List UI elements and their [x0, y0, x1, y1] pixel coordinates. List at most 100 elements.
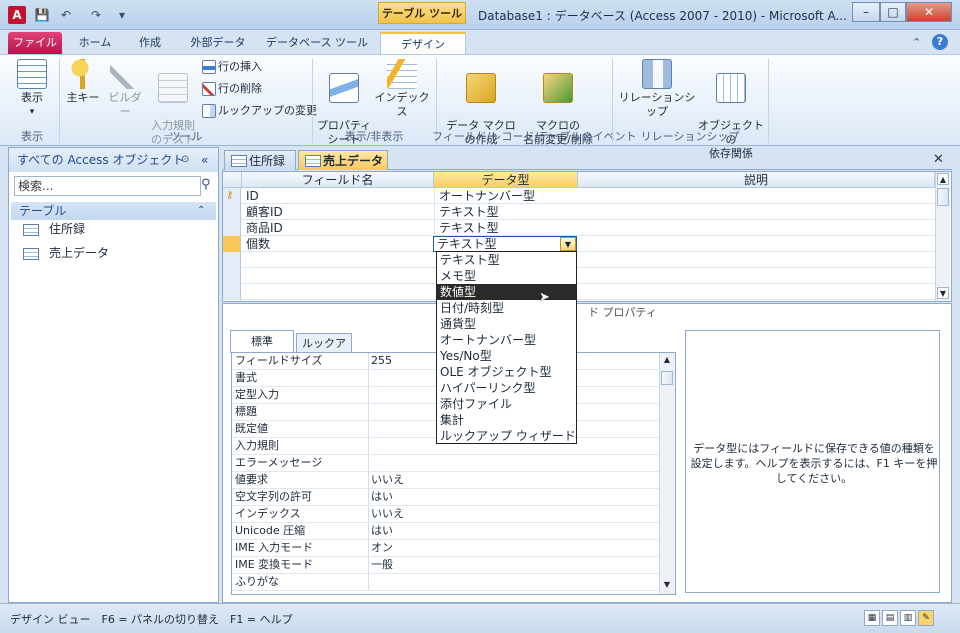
- insert-rows-button[interactable]: 行の挿入: [202, 57, 262, 77]
- data-type-cell[interactable]: オートナンバー型: [434, 188, 578, 204]
- field-name-cell[interactable]: 個数: [242, 236, 434, 252]
- field-name-cell[interactable]: ID: [242, 188, 434, 204]
- property-row[interactable]: エラーメッセージ: [232, 455, 660, 472]
- pivot-chart-view-icon[interactable]: ▥: [900, 610, 916, 626]
- dropdown-option[interactable]: 通貨型: [437, 316, 576, 332]
- scroll-thumb[interactable]: [937, 188, 949, 206]
- dropdown-option[interactable]: 集計: [437, 412, 576, 428]
- table-row[interactable]: [223, 252, 936, 268]
- scroll-thumb[interactable]: [661, 371, 673, 385]
- dropdown-option[interactable]: メモ型: [437, 268, 576, 284]
- modify-lookups-button[interactable]: ルックアップの変更: [202, 101, 317, 121]
- delete-rows-button[interactable]: 行の削除: [202, 79, 262, 99]
- builder-button[interactable]: ビルダー: [104, 59, 146, 119]
- close-document-icon[interactable]: ✕: [933, 152, 944, 167]
- insert-rows-icon: [202, 60, 216, 74]
- tab-database-tools[interactable]: データベース ツール: [262, 32, 372, 54]
- relationships-button[interactable]: リレーションシップ: [616, 59, 698, 119]
- dropdown-option-highlighted[interactable]: 数値型: [437, 284, 576, 300]
- row-selector[interactable]: [223, 204, 241, 220]
- row-selector[interactable]: [223, 220, 241, 236]
- dropdown-option[interactable]: ハイパーリンク型: [437, 380, 576, 396]
- property-sheet-button[interactable]: プロパティ シート: [316, 59, 372, 161]
- row-selector[interactable]: [223, 268, 241, 284]
- dropdown-option[interactable]: Yes/No型: [437, 348, 576, 364]
- datasheet-view-icon[interactable]: ▦: [864, 610, 880, 626]
- tab-external-data[interactable]: 外部データ: [180, 32, 256, 54]
- maximize-button[interactable]: □: [880, 2, 906, 22]
- column-header-description[interactable]: 説明: [578, 172, 935, 188]
- table-row[interactable]: 個数: [223, 236, 936, 252]
- redo-icon[interactable]: ↷: [88, 7, 104, 23]
- field-name-cell[interactable]: 商品ID: [242, 220, 434, 236]
- close-button[interactable]: ✕: [906, 2, 952, 22]
- pivot-table-view-icon[interactable]: ▤: [882, 610, 898, 626]
- tab-design[interactable]: デザイン: [380, 32, 466, 54]
- design-view-icon[interactable]: ✎: [918, 610, 934, 626]
- help-icon[interactable]: ?: [932, 34, 948, 50]
- scroll-down-icon[interactable]: ▼: [661, 579, 673, 591]
- table-row[interactable]: 顧客ID テキスト型: [223, 204, 936, 220]
- row-selector[interactable]: [223, 236, 241, 252]
- create-data-macros-button[interactable]: データ マクロ の作成: [444, 59, 518, 161]
- dropdown-option[interactable]: OLE オブジェクト型: [437, 364, 576, 380]
- property-row[interactable]: 値要求 いいえ: [232, 472, 660, 489]
- search-icon[interactable]: ⚲: [201, 177, 211, 192]
- data-type-cell[interactable]: テキスト型: [434, 220, 578, 236]
- ribbon-collapse-icon[interactable]: ⌃: [912, 36, 921, 49]
- tab-create[interactable]: 作成: [126, 32, 174, 54]
- nav-menu-chevron-icon[interactable]: ⊙: [181, 148, 189, 172]
- nav-pane-header[interactable]: すべての Access オブジェクト ⊙ «: [9, 148, 218, 172]
- tab-general[interactable]: 標準: [230, 330, 294, 353]
- test-validation-button[interactable]: 入力規則 のテスト: [146, 59, 200, 161]
- grid-vertical-scrollbar[interactable]: ▲ ▼: [935, 172, 950, 301]
- group-collapse-icon[interactable]: ⌃: [197, 202, 205, 220]
- primary-key-button[interactable]: 主キー: [64, 59, 102, 105]
- row-selector[interactable]: ⚷: [223, 188, 241, 204]
- doc-tab-address[interactable]: 住所録: [224, 150, 296, 170]
- save-icon[interactable]: 💾: [34, 7, 50, 23]
- property-row[interactable]: インデックス いいえ: [232, 506, 660, 523]
- property-row[interactable]: Unicode 圧縮 はい: [232, 523, 660, 540]
- tab-file[interactable]: ファイル: [8, 32, 62, 54]
- table-row[interactable]: 商品ID テキスト型: [223, 220, 936, 236]
- nav-collapse-icon[interactable]: «: [201, 148, 208, 172]
- nav-item-table-address[interactable]: 住所録: [23, 218, 85, 240]
- rename-delete-macro-button[interactable]: マクロの 名前変更/削除: [520, 59, 596, 161]
- dropdown-option[interactable]: テキスト型: [437, 252, 576, 268]
- access-app-icon[interactable]: A: [8, 6, 26, 24]
- data-type-combobox[interactable]: テキスト型: [433, 236, 577, 252]
- qat-customize-icon[interactable]: ▾: [114, 7, 130, 23]
- column-header-data-type[interactable]: データ型: [434, 172, 578, 188]
- scroll-up-icon[interactable]: ▲: [937, 173, 949, 185]
- doc-tab-sales[interactable]: 売上データ: [298, 150, 388, 170]
- property-row[interactable]: IME 入力モード オン: [232, 540, 660, 557]
- dropdown-option[interactable]: オートナンバー型: [437, 332, 576, 348]
- dropdown-option[interactable]: ルックアップ ウィザード: [437, 428, 576, 443]
- table-row[interactable]: ⚷ ID オートナンバー型: [223, 188, 936, 204]
- indexes-button[interactable]: インデックス: [372, 59, 432, 119]
- scroll-down-icon[interactable]: ▼: [937, 287, 949, 299]
- properties-vertical-scrollbar[interactable]: ▲ ▼: [659, 353, 675, 594]
- data-type-cell[interactable]: テキスト型: [434, 204, 578, 220]
- property-row[interactable]: ふりがな: [232, 574, 660, 591]
- nav-search-input[interactable]: 検索...: [14, 176, 201, 196]
- field-name-cell[interactable]: 顧客ID: [242, 204, 434, 220]
- minimize-button[interactable]: –: [852, 2, 880, 22]
- row-selector[interactable]: [223, 252, 241, 268]
- chevron-down-icon[interactable]: ▼: [560, 237, 576, 251]
- view-button[interactable]: 表示 ▾: [10, 59, 54, 119]
- tab-lookup[interactable]: ルックアップ: [296, 333, 352, 369]
- nav-item-table-sales[interactable]: 売上データ: [23, 242, 109, 264]
- scroll-up-icon[interactable]: ▲: [661, 354, 673, 366]
- table-row[interactable]: [223, 284, 936, 300]
- tab-home[interactable]: ホーム: [70, 32, 120, 54]
- dropdown-option[interactable]: 日付/時刻型: [437, 300, 576, 316]
- column-header-field-name[interactable]: フィールド名: [242, 172, 434, 188]
- property-row[interactable]: 空文字列の許可 はい: [232, 489, 660, 506]
- property-row[interactable]: IME 変換モード 一般: [232, 557, 660, 574]
- dropdown-option[interactable]: 添付ファイル: [437, 396, 576, 412]
- undo-icon[interactable]: ↶: [58, 7, 74, 23]
- row-selector[interactable]: [223, 284, 241, 300]
- table-row[interactable]: [223, 268, 936, 284]
